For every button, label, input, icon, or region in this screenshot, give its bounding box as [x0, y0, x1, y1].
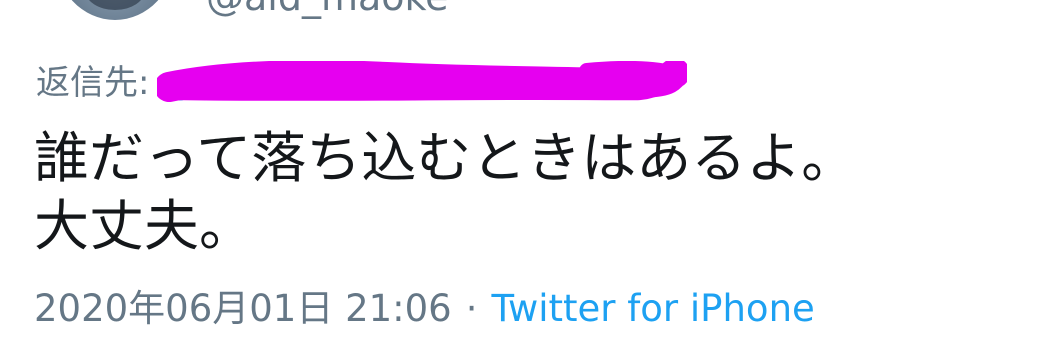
reply-to: 返信先: @ [36, 58, 688, 108]
avatar[interactable] [55, 0, 175, 20]
meta-separator: · [465, 287, 478, 330]
tweet-meta: 2020年06月01日 21:06 · Twitter for iPhone [34, 290, 815, 327]
tweet-line: 大丈夫。 [34, 194, 255, 258]
reply-label: 返信先: [36, 63, 150, 103]
author-handle[interactable]: @aid_maoke [206, 0, 449, 16]
tweet-text: 誰だって落ち込むときはあるよ。 大丈夫。 [34, 124, 856, 260]
reply-target-link[interactable]: @ [157, 61, 688, 105]
tweet-source-link[interactable]: Twitter for iPhone [491, 290, 814, 327]
tweet-line: 誰だって落ち込むときはあるよ。 [34, 126, 857, 190]
redaction-scribble [157, 61, 688, 102]
tweet-timestamp[interactable]: 2020年06月01日 21:06 [34, 290, 452, 327]
